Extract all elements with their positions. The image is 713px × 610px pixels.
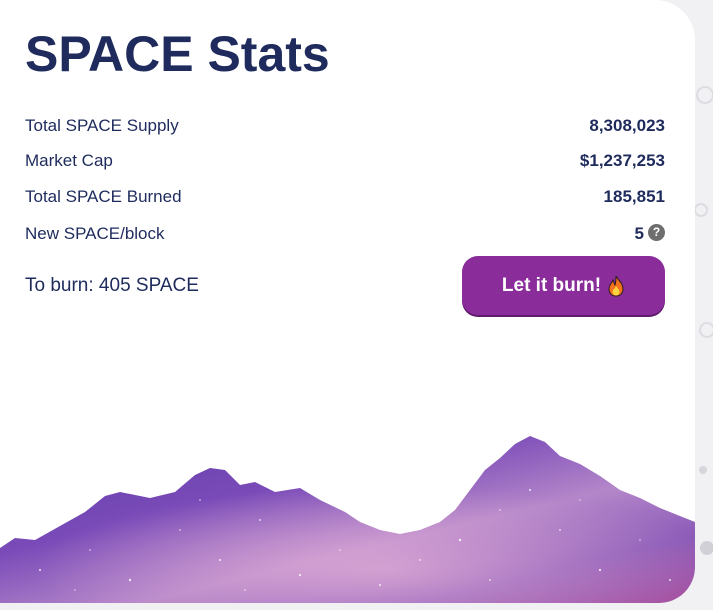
stat-value: 5	[634, 224, 644, 243]
stat-row-new-per-block: New SPACE/block 5 ?	[25, 222, 665, 246]
stat-label: New SPACE/block	[25, 224, 165, 243]
question-circle-icon[interactable]: ?	[648, 223, 665, 241]
to-burn-amount: To burn: 405 SPACE	[25, 275, 199, 296]
stat-label: Total SPACE Supply	[25, 116, 179, 135]
fire-icon	[608, 275, 624, 297]
stat-value: 185,851	[603, 187, 665, 206]
stat-row-total-supply: Total SPACE Supply 8,308,023	[25, 114, 665, 138]
stat-value-with-help: 5 ?	[634, 223, 665, 244]
stat-row-total-burned: Total SPACE Burned 185,851	[25, 185, 665, 209]
stat-row-market-cap: Market Cap $1,237,253	[25, 149, 665, 173]
stat-label: Total SPACE Burned	[25, 187, 182, 206]
stat-value: 8,308,023	[589, 116, 665, 135]
stat-label: Market Cap	[25, 151, 113, 170]
page-title: SPACE Stats	[25, 26, 330, 82]
burn-button-label: Let it burn!	[501, 274, 602, 296]
stat-value: $1,237,253	[579, 151, 665, 170]
galaxy-mountain-illustration	[0, 436, 695, 603]
space-stats-card: SPACE Stats Total SPACE Supply 8,308,023…	[0, 0, 695, 603]
let-it-burn-button[interactable]: Let it burn!	[462, 256, 665, 315]
